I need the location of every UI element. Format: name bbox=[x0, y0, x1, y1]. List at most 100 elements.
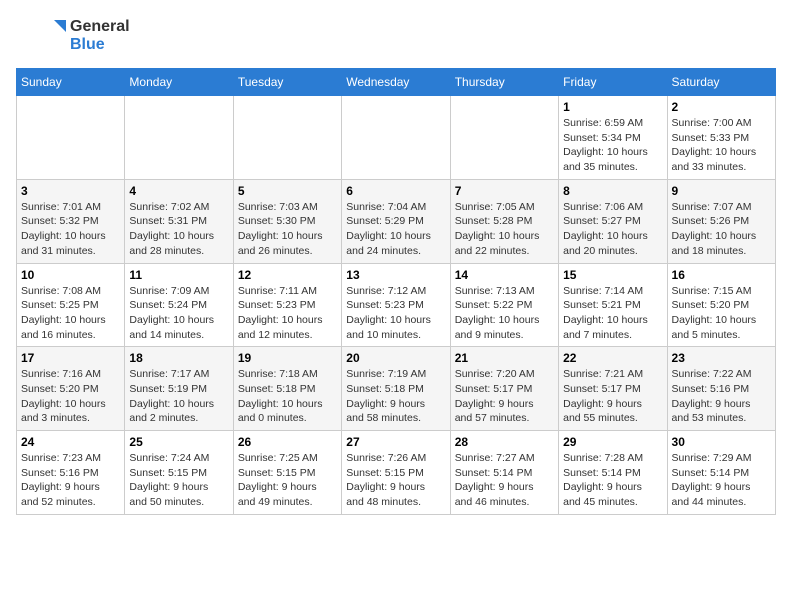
day-number: 30 bbox=[672, 435, 771, 449]
day-info: Sunrise: 7:19 AM Sunset: 5:18 PM Dayligh… bbox=[346, 367, 445, 426]
day-number: 24 bbox=[21, 435, 120, 449]
calendar-day-cell: 2 Sunrise: 7:00 AM Sunset: 5:33 PM Daylig… bbox=[667, 96, 775, 180]
day-number: 10 bbox=[21, 268, 120, 282]
calendar-day-cell: 19 Sunrise: 7:18 AM Sunset: 5:18 PM Dayli… bbox=[233, 347, 341, 431]
calendar-day-cell: 20 Sunrise: 7:19 AM Sunset: 5:18 PM Dayli… bbox=[342, 347, 450, 431]
day-number: 9 bbox=[672, 184, 771, 198]
day-number: 1 bbox=[563, 100, 662, 114]
calendar-day-cell bbox=[342, 96, 450, 180]
day-info: Sunrise: 7:27 AM Sunset: 5:14 PM Dayligh… bbox=[455, 451, 554, 510]
calendar-week-row: 10 Sunrise: 7:08 AM Sunset: 5:25 PM Dayli… bbox=[17, 263, 776, 347]
day-number: 8 bbox=[563, 184, 662, 198]
calendar-day-cell: 27Sunrise: 7:26 AM Sunset: 5:15 PM Dayli… bbox=[342, 431, 450, 515]
day-info: Sunrise: 7:08 AM Sunset: 5:25 PM Dayligh… bbox=[21, 284, 120, 343]
weekday-header: Wednesday bbox=[342, 69, 450, 96]
day-number: 12 bbox=[238, 268, 337, 282]
day-info: Sunrise: 7:18 AM Sunset: 5:18 PM Dayligh… bbox=[238, 367, 337, 426]
day-info: Sunrise: 7:17 AM Sunset: 5:19 PM Dayligh… bbox=[129, 367, 228, 426]
day-number: 11 bbox=[129, 268, 228, 282]
calendar-day-cell: 12 Sunrise: 7:11 AM Sunset: 5:23 PM Dayli… bbox=[233, 263, 341, 347]
day-info: Sunrise: 7:24 AM Sunset: 5:15 PM Dayligh… bbox=[129, 451, 228, 510]
calendar-day-cell: 1 Sunrise: 6:59 AM Sunset: 5:34 PM Daylig… bbox=[559, 96, 667, 180]
calendar-day-cell: 26Sunrise: 7:25 AM Sunset: 5:15 PM Dayli… bbox=[233, 431, 341, 515]
day-number: 28 bbox=[455, 435, 554, 449]
calendar-day-cell: 4 Sunrise: 7:02 AM Sunset: 5:31 PM Daylig… bbox=[125, 179, 233, 263]
calendar-day-cell bbox=[125, 96, 233, 180]
day-info: Sunrise: 7:02 AM Sunset: 5:31 PM Dayligh… bbox=[129, 200, 228, 259]
calendar-week-row: 3Sunrise: 7:01 AM Sunset: 5:32 PM Daylig… bbox=[17, 179, 776, 263]
day-info: Sunrise: 7:23 AM Sunset: 5:16 PM Dayligh… bbox=[21, 451, 120, 510]
calendar-day-cell: 14Sunrise: 7:13 AM Sunset: 5:22 PM Dayli… bbox=[450, 263, 558, 347]
calendar-day-cell: 13Sunrise: 7:12 AM Sunset: 5:23 PM Dayli… bbox=[342, 263, 450, 347]
calendar-week-row: 1 Sunrise: 6:59 AM Sunset: 5:34 PM Daylig… bbox=[17, 96, 776, 180]
calendar-header-row: SundayMondayTuesdayWednesdayThursdayFrid… bbox=[17, 69, 776, 96]
day-number: 7 bbox=[455, 184, 554, 198]
calendar-day-cell: 25 Sunrise: 7:24 AM Sunset: 5:15 PM Dayli… bbox=[125, 431, 233, 515]
calendar-day-cell: 11 Sunrise: 7:09 AM Sunset: 5:24 PM Dayli… bbox=[125, 263, 233, 347]
weekday-header: Sunday bbox=[17, 69, 125, 96]
calendar-day-cell: 28 Sunrise: 7:27 AM Sunset: 5:14 PM Dayli… bbox=[450, 431, 558, 515]
day-number: 27 bbox=[346, 435, 445, 449]
calendar-day-cell: 21 Sunrise: 7:20 AM Sunset: 5:17 PM Dayli… bbox=[450, 347, 558, 431]
day-info: Sunrise: 7:16 AM Sunset: 5:20 PM Dayligh… bbox=[21, 367, 120, 426]
day-number: 20 bbox=[346, 351, 445, 365]
calendar-day-cell: 24 Sunrise: 7:23 AM Sunset: 5:16 PM Dayli… bbox=[17, 431, 125, 515]
calendar-day-cell bbox=[233, 96, 341, 180]
day-info: Sunrise: 7:28 AM Sunset: 5:14 PM Dayligh… bbox=[563, 451, 662, 510]
weekday-header: Thursday bbox=[450, 69, 558, 96]
day-info: Sunrise: 6:59 AM Sunset: 5:34 PM Dayligh… bbox=[563, 116, 662, 175]
page-header: GeneralBlue bbox=[16, 16, 776, 56]
day-number: 17 bbox=[21, 351, 120, 365]
day-number: 6 bbox=[346, 184, 445, 198]
calendar-table: SundayMondayTuesdayWednesdayThursdayFrid… bbox=[16, 68, 776, 515]
day-info: Sunrise: 7:21 AM Sunset: 5:17 PM Dayligh… bbox=[563, 367, 662, 426]
day-info: Sunrise: 7:05 AM Sunset: 5:28 PM Dayligh… bbox=[455, 200, 554, 259]
calendar-day-cell: 16Sunrise: 7:15 AM Sunset: 5:20 PM Dayli… bbox=[667, 263, 775, 347]
day-info: Sunrise: 7:00 AM Sunset: 5:33 PM Dayligh… bbox=[672, 116, 771, 175]
calendar-day-cell: 3Sunrise: 7:01 AM Sunset: 5:32 PM Daylig… bbox=[17, 179, 125, 263]
day-info: Sunrise: 7:11 AM Sunset: 5:23 PM Dayligh… bbox=[238, 284, 337, 343]
logo-svg bbox=[16, 16, 66, 56]
day-number: 16 bbox=[672, 268, 771, 282]
day-info: Sunrise: 7:20 AM Sunset: 5:17 PM Dayligh… bbox=[455, 367, 554, 426]
day-info: Sunrise: 7:01 AM Sunset: 5:32 PM Dayligh… bbox=[21, 200, 120, 259]
calendar-day-cell: 22 Sunrise: 7:21 AM Sunset: 5:17 PM Dayli… bbox=[559, 347, 667, 431]
calendar-day-cell: 7 Sunrise: 7:05 AM Sunset: 5:28 PM Daylig… bbox=[450, 179, 558, 263]
calendar-day-cell: 17 Sunrise: 7:16 AM Sunset: 5:20 PM Dayli… bbox=[17, 347, 125, 431]
day-info: Sunrise: 7:25 AM Sunset: 5:15 PM Dayligh… bbox=[238, 451, 337, 510]
day-number: 19 bbox=[238, 351, 337, 365]
day-number: 21 bbox=[455, 351, 554, 365]
calendar-day-cell: 8 Sunrise: 7:06 AM Sunset: 5:27 PM Daylig… bbox=[559, 179, 667, 263]
calendar-day-cell bbox=[450, 96, 558, 180]
day-number: 15 bbox=[563, 268, 662, 282]
calendar-day-cell bbox=[17, 96, 125, 180]
weekday-header: Tuesday bbox=[233, 69, 341, 96]
calendar-week-row: 17 Sunrise: 7:16 AM Sunset: 5:20 PM Dayli… bbox=[17, 347, 776, 431]
day-number: 23 bbox=[672, 351, 771, 365]
day-number: 18 bbox=[129, 351, 228, 365]
day-info: Sunrise: 7:06 AM Sunset: 5:27 PM Dayligh… bbox=[563, 200, 662, 259]
day-number: 29 bbox=[563, 435, 662, 449]
calendar-day-cell: 5Sunrise: 7:03 AM Sunset: 5:30 PM Daylig… bbox=[233, 179, 341, 263]
logo: GeneralBlue bbox=[16, 16, 130, 56]
day-number: 2 bbox=[672, 100, 771, 114]
calendar-day-cell: 6 Sunrise: 7:04 AM Sunset: 5:29 PM Daylig… bbox=[342, 179, 450, 263]
weekday-header: Saturday bbox=[667, 69, 775, 96]
day-info: Sunrise: 7:09 AM Sunset: 5:24 PM Dayligh… bbox=[129, 284, 228, 343]
day-info: Sunrise: 7:14 AM Sunset: 5:21 PM Dayligh… bbox=[563, 284, 662, 343]
day-info: Sunrise: 7:07 AM Sunset: 5:26 PM Dayligh… bbox=[672, 200, 771, 259]
day-number: 25 bbox=[129, 435, 228, 449]
calendar-day-cell: 30Sunrise: 7:29 AM Sunset: 5:14 PM Dayli… bbox=[667, 431, 775, 515]
weekday-header: Friday bbox=[559, 69, 667, 96]
calendar-day-cell: 18 Sunrise: 7:17 AM Sunset: 5:19 PM Dayli… bbox=[125, 347, 233, 431]
day-info: Sunrise: 7:12 AM Sunset: 5:23 PM Dayligh… bbox=[346, 284, 445, 343]
day-number: 5 bbox=[238, 184, 337, 198]
day-info: Sunrise: 7:22 AM Sunset: 5:16 PM Dayligh… bbox=[672, 367, 771, 426]
day-number: 22 bbox=[563, 351, 662, 365]
day-number: 4 bbox=[129, 184, 228, 198]
logo-text: GeneralBlue bbox=[70, 18, 130, 53]
calendar-week-row: 24 Sunrise: 7:23 AM Sunset: 5:16 PM Dayli… bbox=[17, 431, 776, 515]
calendar-day-cell: 15 Sunrise: 7:14 AM Sunset: 5:21 PM Dayli… bbox=[559, 263, 667, 347]
day-info: Sunrise: 7:04 AM Sunset: 5:29 PM Dayligh… bbox=[346, 200, 445, 259]
day-info: Sunrise: 7:13 AM Sunset: 5:22 PM Dayligh… bbox=[455, 284, 554, 343]
